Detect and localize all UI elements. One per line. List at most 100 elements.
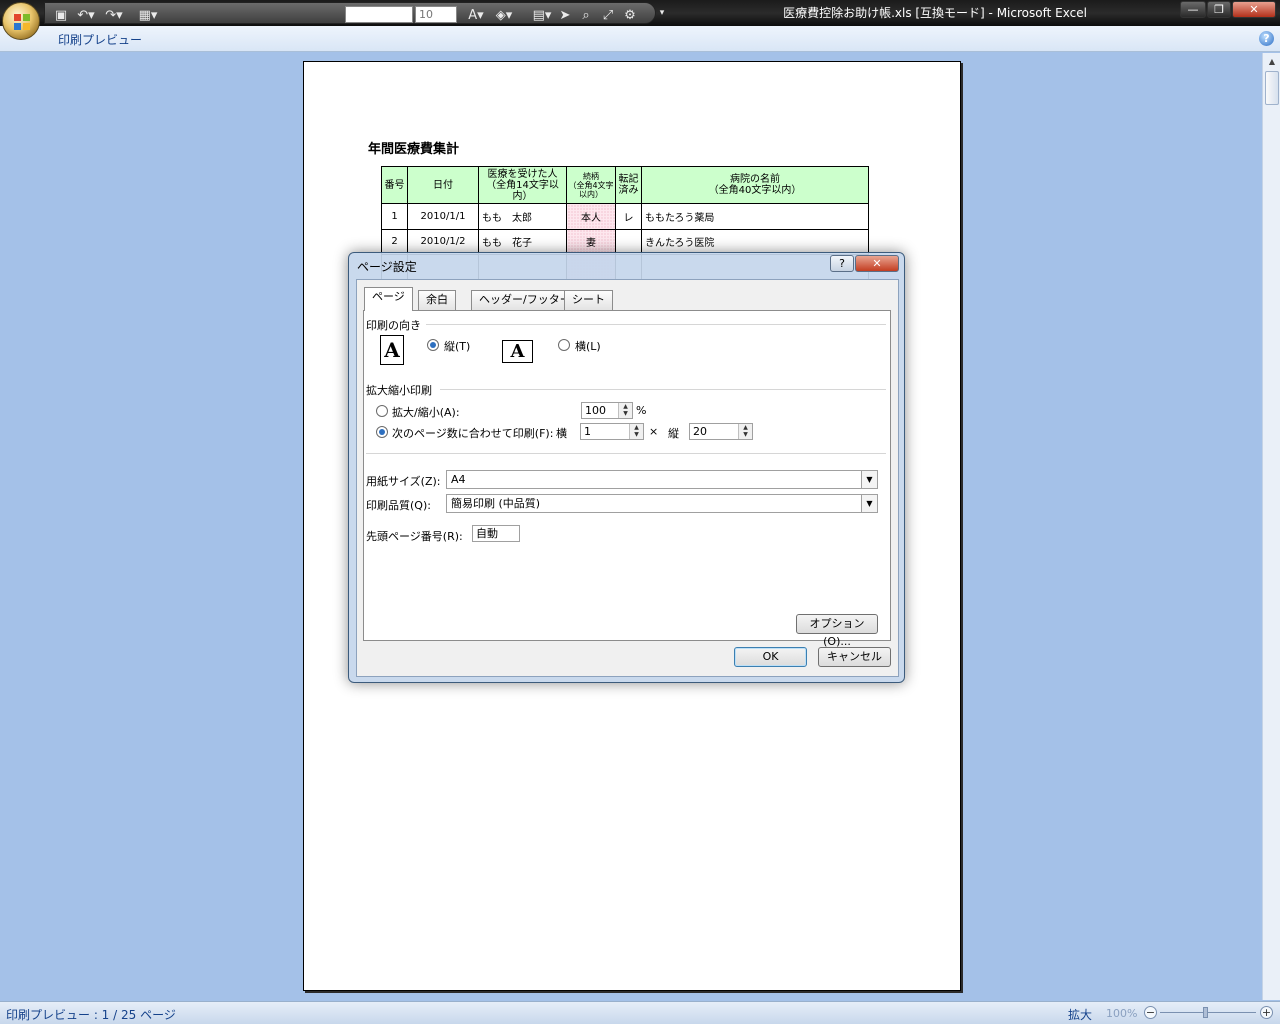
- adjust-percent-value: 100: [585, 404, 606, 417]
- table-header-row: 番号 日付 医療を受けた人 （全角14文字以内） 続柄 （全角4文字以内） 転記…: [381, 166, 869, 204]
- dialog-help-button[interactable]: ?: [830, 255, 854, 272]
- borders-icon[interactable]: ▦▾: [137, 7, 159, 25]
- cell-number: 2: [381, 228, 408, 256]
- chevron-down-icon[interactable]: ▼: [861, 471, 877, 488]
- quick-access-toolbar: ▣ ↶▾ ↷▾ ▦▾ 10 A▾ ◈▾ ▤▾ ➤ ⌕ ⤢ ⚙: [44, 2, 656, 24]
- scroll-up-icon[interactable]: ▲: [1265, 55, 1279, 69]
- print-quality-label: 印刷品質(Q):: [366, 499, 431, 512]
- dialog-close-button[interactable]: ✕: [855, 255, 899, 272]
- select-icon[interactable]: ⤢: [599, 7, 617, 25]
- fill-color-icon[interactable]: ◈▾: [493, 7, 515, 25]
- pointer-icon[interactable]: ➤: [557, 7, 573, 25]
- cancel-button[interactable]: キャンセル: [818, 647, 891, 667]
- tab-panel-page: 印刷の向き A 縦(T) A 横(L) 拡大縮小印刷 拡大/縮小(A): 100…: [363, 310, 891, 648]
- spinner-arrows-icon[interactable]: ▲ ▼: [738, 424, 752, 439]
- orientation-group-label: 印刷の向き: [366, 319, 421, 332]
- portrait-label[interactable]: 縦(T): [444, 338, 470, 354]
- cell-posted: [615, 228, 642, 256]
- zoom-percent[interactable]: 100%: [1106, 1007, 1137, 1020]
- ribbon: 印刷プレビュー ?: [0, 26, 1280, 52]
- tab-page[interactable]: ページ: [364, 287, 413, 311]
- close-button[interactable]: ✕: [1232, 1, 1276, 18]
- status-page-count: 印刷プレビュー : 1 / 25 ページ: [6, 1008, 176, 1022]
- table-row: 2 2010/1/2 もも 花子妻きんたろう医院: [381, 228, 869, 256]
- font-size-box[interactable]: 10: [415, 6, 457, 23]
- header-person: 医療を受けた人 （全角14文字以内）: [478, 166, 567, 204]
- cell-person: もも 太郎: [478, 203, 567, 230]
- paper-size-label: 用紙サイズ(Z):: [366, 475, 441, 488]
- window-title: 医療費控除お助け帳.xls [互換モード] - Microsoft Excel: [783, 6, 1087, 20]
- title-bar: ▣ ↶▾ ↷▾ ▦▾ 10 A▾ ◈▾ ▤▾ ➤ ⌕ ⤢ ⚙ ▾ 医療費控除お助…: [0, 0, 1280, 26]
- adjust-to-label[interactable]: 拡大/縮小(A):: [392, 404, 460, 420]
- cell-date: 2010/1/2: [407, 228, 479, 256]
- first-page-number-field[interactable]: 自動: [472, 525, 520, 542]
- vertical-scrollbar[interactable]: ▲: [1262, 53, 1280, 1000]
- fit-to-radio[interactable]: [376, 426, 388, 438]
- dialog-title: ページ設定: [357, 260, 417, 274]
- format-icon[interactable]: ⚙: [621, 7, 639, 25]
- maximize-button[interactable]: ❐: [1207, 1, 1231, 18]
- tab-print-preview[interactable]: 印刷プレビュー: [58, 31, 142, 48]
- print-quality-select[interactable]: 簡易印刷 (中品質) ▼: [446, 494, 878, 513]
- zoom-slider-thumb[interactable]: [1203, 1007, 1208, 1018]
- header-posted: 転記済み: [615, 166, 642, 204]
- cell-posted: レ: [615, 203, 642, 230]
- pages-tall-spinner[interactable]: 20 ▲ ▼: [689, 423, 753, 440]
- undo-icon[interactable]: ↶▾: [75, 7, 97, 25]
- header-no: 番号: [381, 166, 408, 204]
- zoom-in-icon[interactable]: +: [1260, 1006, 1273, 1019]
- cell-hospital: ももたろう薬局: [641, 203, 869, 230]
- font-color-icon[interactable]: A▾: [465, 7, 487, 25]
- landscape-radio[interactable]: [558, 339, 570, 351]
- zoom-label[interactable]: 拡大: [1068, 1006, 1092, 1023]
- header-date: 日付: [407, 166, 479, 204]
- options-button[interactable]: オプション(O)...: [796, 614, 878, 648]
- adjust-to-radio[interactable]: [376, 405, 388, 417]
- spinner-arrows-icon[interactable]: ▲ ▼: [629, 424, 643, 439]
- chevron-down-icon[interactable]: ▼: [861, 495, 877, 512]
- first-page-number-label: 先頭ページ番号(R):: [366, 530, 463, 543]
- landscape-label[interactable]: 横(L): [575, 338, 601, 354]
- adjust-percent-spinner[interactable]: 100 ▲ ▼: [581, 402, 633, 419]
- fit-to-label[interactable]: 次のページ数に合わせて印刷(F):: [392, 425, 553, 441]
- office-button[interactable]: [2, 2, 40, 40]
- cell-date: 2010/1/1: [407, 203, 479, 230]
- pages-wide-value: 1: [584, 425, 591, 438]
- landscape-page-icon: A: [502, 340, 533, 363]
- paper-size-value: A4: [451, 473, 466, 486]
- tab-header-footer[interactable]: ヘッダー/フッター: [471, 290, 579, 310]
- save-icon[interactable]: ▣: [53, 7, 69, 25]
- pages-wide-spinner[interactable]: 1 ▲ ▼: [580, 423, 644, 440]
- scroll-thumb[interactable]: [1265, 71, 1279, 105]
- help-icon[interactable]: ?: [1259, 31, 1274, 46]
- font-name-box[interactable]: [345, 6, 413, 23]
- tab-sheet[interactable]: シート: [564, 290, 613, 310]
- cell-number: 1: [381, 203, 408, 230]
- redo-icon[interactable]: ↷▾: [103, 7, 125, 25]
- spinner-arrows-icon[interactable]: ▲ ▼: [618, 403, 632, 418]
- office-logo-icon: [14, 14, 30, 30]
- zoom-icon[interactable]: ⌕: [577, 7, 595, 25]
- zoom-slider-track[interactable]: [1160, 1012, 1256, 1013]
- customize-toolbar-icon[interactable]: ▾: [656, 4, 668, 22]
- pages-tall-value: 20: [693, 425, 707, 438]
- tab-margins[interactable]: 余白: [418, 290, 456, 310]
- cell-relation: 本人: [566, 203, 616, 230]
- paste-icon[interactable]: ▤▾: [531, 7, 553, 25]
- zoom-out-icon[interactable]: −: [1144, 1006, 1157, 1019]
- sheet-title: 年間医療費集計: [368, 142, 460, 157]
- print-quality-value: 簡易印刷 (中品質): [451, 497, 541, 510]
- cell-hospital: きんたろう医院: [641, 228, 869, 256]
- pages-tall-label: 縦: [668, 427, 679, 440]
- divider: [440, 389, 886, 390]
- header-relation: 続柄 （全角4文字以内）: [566, 166, 616, 204]
- times-sign: ×: [649, 425, 659, 438]
- paper-size-select[interactable]: A4 ▼: [446, 470, 878, 489]
- portrait-page-icon: A: [380, 335, 404, 365]
- ok-button[interactable]: OK: [734, 647, 807, 667]
- cell-relation: 妻: [566, 228, 616, 256]
- table-row: 1 2010/1/1 もも 太郎 本人レももたろう薬局: [381, 203, 869, 230]
- divider: [366, 453, 886, 454]
- minimize-button[interactable]: —: [1180, 1, 1206, 18]
- portrait-radio[interactable]: [427, 339, 439, 351]
